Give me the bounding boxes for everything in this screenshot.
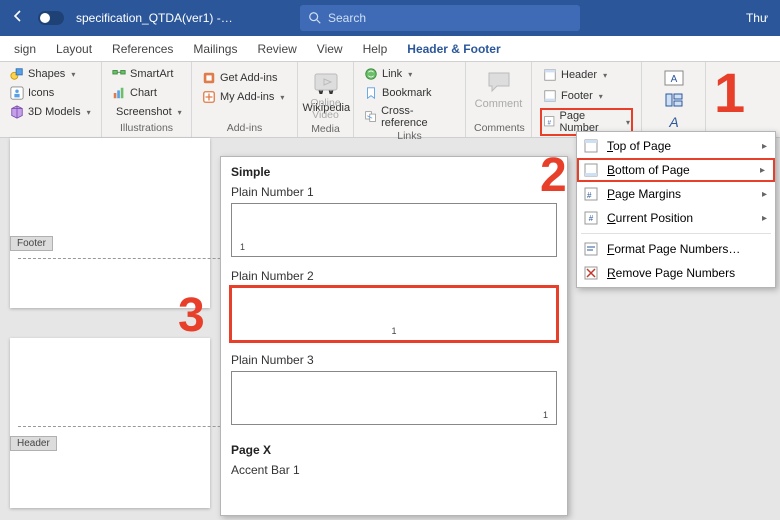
group-header-footer: Header Footer #Page Number <box>532 62 642 137</box>
menu-label: op of Page <box>613 139 671 153</box>
smartart-button[interactable]: SmartArt <box>110 66 183 82</box>
ribbon: Shapes Icons 3D Models SmartArt Chart Sc… <box>0 62 780 138</box>
group-label-media: Media <box>306 123 345 138</box>
ribbon-tabs: sign Layout References Mailings Review V… <box>0 36 780 62</box>
wordart-icon[interactable]: A <box>664 114 684 130</box>
gallery-item-plain-1[interactable]: Plain Number 1 1 <box>221 183 567 267</box>
group-illustrations-right: SmartArt Chart Screenshot Illustrations <box>102 62 192 137</box>
menu-label: urrent Position <box>616 211 693 225</box>
title-bar: specification_QTDA(ver1) -… Search Thư <box>0 0 780 36</box>
menu-format-page-numbers[interactable]: Format Page Numbers… <box>577 237 775 261</box>
group-comments: Comment Comments <box>466 62 532 137</box>
menu-label: emove Page Numbers <box>616 266 735 280</box>
annotation-1: 1 <box>714 60 745 125</box>
comment-button: Comment <box>474 66 523 112</box>
tab-header-footer[interactable]: Header & Footer <box>397 36 510 62</box>
tab-layout[interactable]: Layout <box>46 36 102 62</box>
svg-text:#: # <box>589 214 594 223</box>
icons-button[interactable]: Icons <box>8 85 93 101</box>
link-button[interactable]: Link <box>362 66 457 82</box>
annotation-2: 2 <box>540 148 567 203</box>
footer-tab[interactable]: Footer <box>10 236 53 251</box>
page-number-gallery: Simple Plain Number 1 1 Plain Number 2 1… <box>220 156 568 516</box>
autosave-toggle[interactable] <box>36 8 66 28</box>
tab-mailings[interactable]: Mailings <box>183 36 247 62</box>
back-icon[interactable] <box>0 8 36 29</box>
gallery-item-accent-bar-1[interactable]: Accent Bar 1 <box>221 461 567 491</box>
search-placeholder: Search <box>328 11 366 25</box>
menu-top-of-page[interactable]: Top of Page▸ <box>577 134 775 158</box>
group-illustrations-left: Shapes Icons 3D Models <box>0 62 102 137</box>
svg-text:A: A <box>670 74 677 85</box>
header-dropdown[interactable]: Header <box>540 66 633 84</box>
menu-remove-page-numbers[interactable]: Remove Page Numbers <box>577 261 775 285</box>
text-box-icon[interactable]: A <box>664 70 684 86</box>
online-video-button: Online Video <box>306 66 345 123</box>
tab-design[interactable]: sign <box>4 36 46 62</box>
menu-label: ormat Page Numbers… <box>614 242 740 256</box>
search-box[interactable]: Search <box>300 5 580 31</box>
group-text-a: A A <box>642 62 706 137</box>
footer-dropdown[interactable]: Footer <box>540 87 633 105</box>
3d-models-button[interactable]: 3D Models <box>8 104 93 120</box>
menu-bottom-of-page[interactable]: Bottom of Page▸ <box>577 158 775 182</box>
shapes-button[interactable]: Shapes <box>8 66 93 82</box>
document-title: specification_QTDA(ver1) -… <box>66 11 243 25</box>
page-number-menu: Top of Page▸ Bottom of Page▸ # Page Marg… <box>576 131 776 288</box>
group-label-illustrations: Illustrations <box>110 122 183 137</box>
bookmark-button[interactable]: Bookmark <box>362 85 457 101</box>
gallery-item-plain-3[interactable]: Plain Number 3 1 <box>221 351 567 435</box>
my-addins-button[interactable]: My Add-ins <box>200 89 286 105</box>
menu-label: age Margins <box>615 187 681 201</box>
quick-parts-icon[interactable] <box>664 92 684 108</box>
header-tab[interactable]: Header <box>10 436 57 451</box>
menu-current-position[interactable]: # Current Position▸ <box>577 206 775 230</box>
group-links: Link Bookmark Cross-reference Links <box>354 62 466 137</box>
group-media: Online Video Media <box>298 62 354 137</box>
annotation-3: 3 <box>178 288 205 343</box>
cross-reference-button[interactable]: Cross-reference <box>362 104 457 130</box>
group-label-links: Links <box>362 130 457 145</box>
tab-help[interactable]: Help <box>353 36 398 62</box>
menu-label: ottom of Page <box>615 163 690 177</box>
menu-page-margins[interactable]: # Page Margins▸ <box>577 182 775 206</box>
svg-text:#: # <box>548 119 552 126</box>
group-label-addins: Add-ins <box>200 122 289 137</box>
group-label-comments: Comments <box>474 122 523 137</box>
svg-text:#: # <box>587 191 592 200</box>
tab-references[interactable]: References <box>102 36 183 62</box>
gallery-category-simple: Simple <box>221 157 567 183</box>
account-name[interactable]: Thư <box>746 11 768 25</box>
group-addins: Get Add-ins My Add-ins W Wikipedia Add-i… <box>192 62 298 137</box>
chart-button[interactable]: Chart <box>110 85 183 101</box>
gallery-category-pagex: Page X <box>221 435 567 461</box>
tab-review[interactable]: Review <box>247 36 306 62</box>
get-addins-button[interactable]: Get Add-ins <box>200 70 286 86</box>
screenshot-button[interactable]: Screenshot <box>110 104 183 120</box>
svg-text:A: A <box>668 114 678 130</box>
gallery-item-plain-2[interactable]: Plain Number 2 1 <box>221 267 567 351</box>
tab-view[interactable]: View <box>307 36 353 62</box>
